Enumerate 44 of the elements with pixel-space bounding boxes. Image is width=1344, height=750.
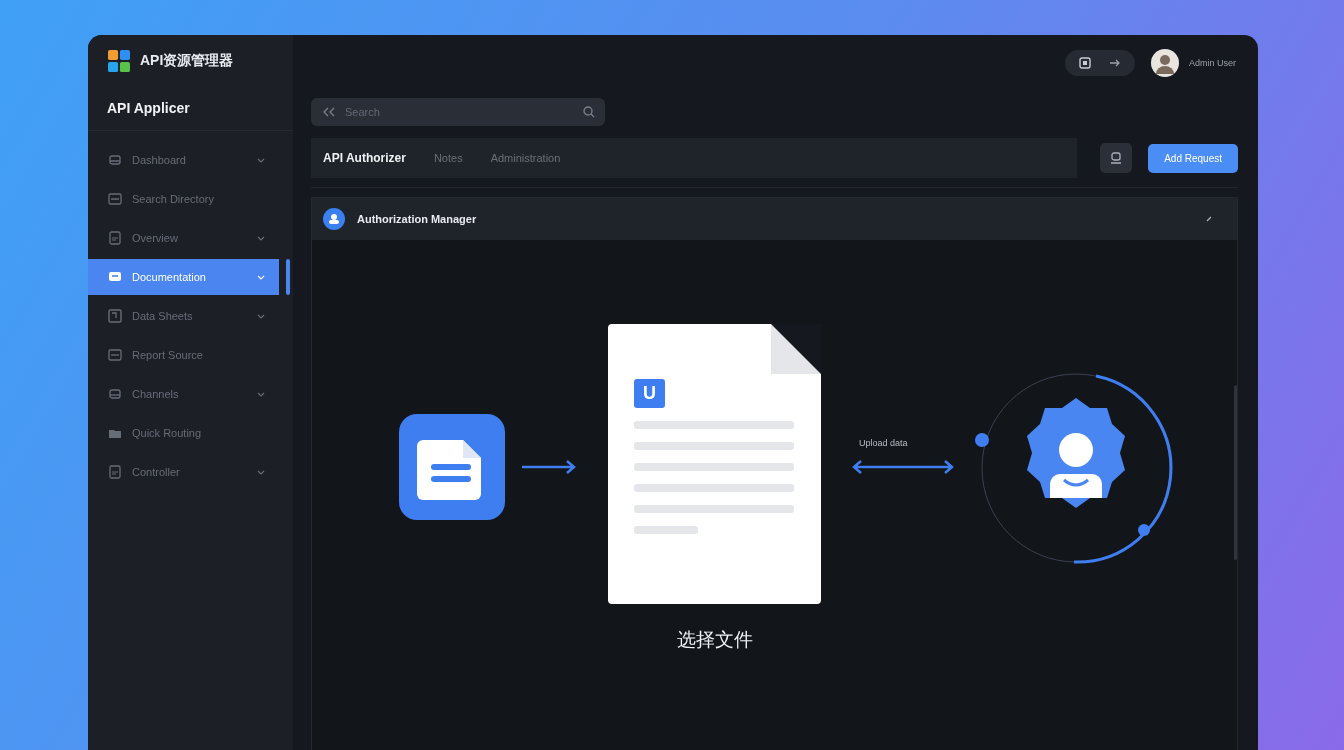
- back-icon: [323, 107, 335, 117]
- sidebar-item[interactable]: Dashboard: [88, 142, 279, 178]
- user-icon: [323, 208, 345, 230]
- chat-icon: [108, 270, 122, 284]
- drive-icon: [108, 153, 122, 167]
- search-field[interactable]: Search: [311, 98, 605, 126]
- add-request-button[interactable]: Add Request: [1148, 143, 1238, 173]
- arrow-icon[interactable]: [1109, 57, 1121, 68]
- sidebar-item[interactable]: Overview: [88, 220, 279, 256]
- sidebar-item[interactable]: Quick Routing: [88, 415, 279, 451]
- frame-icon: [108, 309, 122, 323]
- document-icon: [108, 465, 122, 479]
- arrow-icon: [521, 460, 577, 474]
- avatar-icon[interactable]: [1151, 48, 1179, 77]
- double-arrow-icon: [852, 459, 954, 475]
- panel-title: Authorization Manager: [357, 213, 478, 225]
- document-app-icon: [399, 414, 505, 520]
- caret-icon[interactable]: [1206, 216, 1212, 222]
- drive-icon: [108, 387, 122, 401]
- breadcrumb-link[interactable]: Administration: [490, 152, 561, 164]
- logo-icon: [108, 50, 130, 72]
- card-icon: [108, 192, 122, 206]
- monitor-icon: [1110, 152, 1122, 164]
- select-file-caption: 选择文件: [677, 628, 753, 652]
- breadcrumb-link[interactable]: Notes: [433, 152, 463, 164]
- sidebar-item[interactable]: Search Directory: [88, 181, 279, 217]
- sidebar-item[interactable]: Report Source: [88, 337, 279, 373]
- document-badge: U: [634, 379, 665, 408]
- document-icon: [108, 231, 122, 245]
- sidebar-item[interactable]: Documentation: [88, 259, 279, 295]
- sidebar-item[interactable]: Channels: [88, 376, 279, 412]
- app-title: API资源管理器: [140, 52, 234, 70]
- search-icon: [583, 106, 595, 118]
- sidebar-item[interactable]: Data Sheets: [88, 298, 279, 334]
- arrow-label: Upload data: [859, 438, 908, 448]
- sidebar-item[interactable]: Controller: [88, 454, 279, 490]
- selection-indicator: [286, 259, 290, 295]
- breadcrumb-link[interactable]: API Authorizer: [323, 151, 406, 165]
- card-icon: [108, 348, 122, 362]
- page-fold: [771, 324, 821, 374]
- save-button[interactable]: [1100, 143, 1132, 173]
- user-name: Admin User: [1189, 57, 1236, 68]
- window-icon[interactable]: [1079, 56, 1091, 69]
- section-heading: API Applicer: [88, 72, 293, 131]
